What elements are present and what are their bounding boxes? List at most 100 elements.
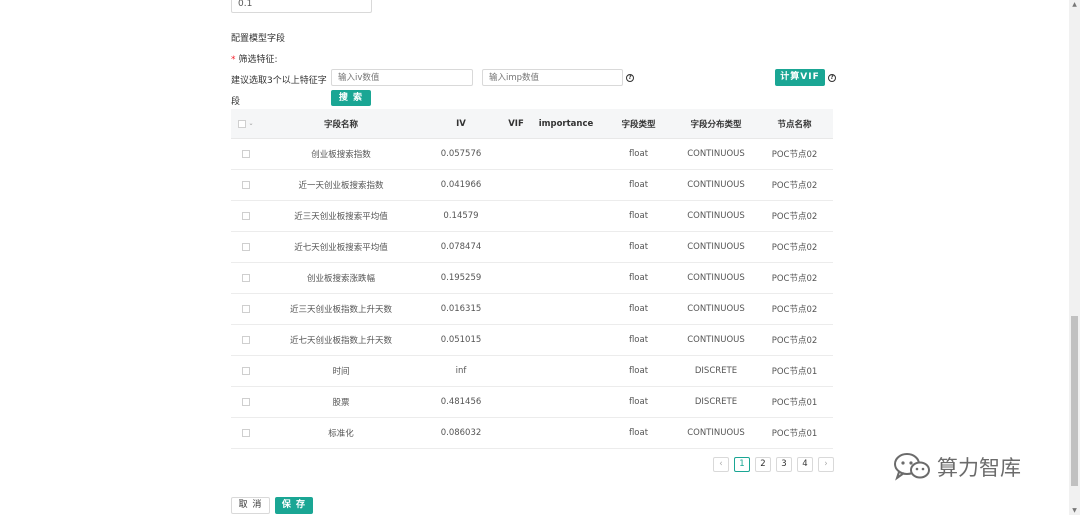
vif-help-icon[interactable]: ?	[828, 74, 836, 82]
table-header: ⌄ 字段名称 IV VIF importance 字段类型 字段分布类型 节点名…	[231, 109, 833, 139]
scroll-down-icon[interactable]: ▼	[1071, 507, 1078, 514]
fields-table: ⌄ 字段名称 IV VIF importance 字段类型 字段分布类型 节点名…	[231, 109, 833, 449]
row-checkbox[interactable]	[231, 181, 261, 189]
cell-dist: CONTINUOUS	[687, 242, 745, 252]
cell-iv: inf	[455, 366, 467, 376]
calc-vif-button[interactable]: 计算VIF	[775, 69, 825, 86]
cell-iv: 0.078474	[440, 242, 482, 252]
table-row[interactable]: 近七天创业板指数上升天数 0.051015 float CONTINUOUS P…	[231, 325, 833, 356]
cell-iv: 0.195259	[440, 273, 482, 283]
table-row[interactable]: 近七天创业板搜索平均值 0.078474 float CONTINUOUS PO…	[231, 232, 833, 263]
save-button[interactable]: 保 存	[275, 497, 313, 514]
help-icon[interactable]: ?	[626, 74, 634, 82]
cancel-button[interactable]: 取 消	[231, 497, 270, 514]
cell-iv: 0.086032	[440, 428, 482, 438]
threshold-input[interactable]: 0.1	[231, 0, 372, 13]
hint-text-line2: 段	[231, 97, 241, 107]
table-row[interactable]: 创业板搜索指数 0.057576 float CONTINUOUS POC节点0…	[231, 139, 833, 170]
cell-node: POC节点02	[771, 181, 818, 191]
checkbox-icon	[242, 336, 250, 344]
cell-node: POC节点02	[771, 274, 818, 284]
row-checkbox[interactable]	[231, 429, 261, 437]
row-checkbox[interactable]	[231, 212, 261, 220]
iv-input[interactable]	[331, 69, 473, 86]
wechat-icon	[894, 453, 930, 481]
vertical-scrollbar[interactable]: ▲ ▼	[1069, 0, 1080, 515]
row-checkbox[interactable]	[231, 274, 261, 282]
cell-name: 近一天创业板搜索指数	[298, 181, 384, 191]
table-row[interactable]: 时间 inf float DISCRETE POC节点01	[231, 356, 833, 387]
cell-name: 近七天创业板搜索平均值	[294, 243, 388, 253]
table-row[interactable]: 股票 0.481456 float DISCRETE POC节点01	[231, 387, 833, 418]
page-button-4[interactable]: 4	[797, 457, 813, 472]
checkbox-icon	[242, 212, 250, 220]
header-name: 字段名称	[323, 119, 358, 130]
checkbox-icon	[242, 398, 250, 406]
row-checkbox[interactable]	[231, 336, 261, 344]
cell-dist: CONTINUOUS	[687, 180, 745, 190]
prev-page-button[interactable]: ‹	[713, 457, 729, 472]
filter-label-text: 筛选特征:	[238, 55, 278, 65]
row-checkbox[interactable]	[231, 367, 261, 375]
filter-label: * 筛选特征:	[231, 52, 278, 65]
checkbox-icon	[242, 274, 250, 282]
cell-type: float	[628, 180, 649, 190]
row-checkbox[interactable]	[231, 398, 261, 406]
header-dist: 字段分布类型	[690, 119, 742, 130]
header-iv: IV	[456, 118, 466, 129]
cell-type: float	[628, 304, 649, 314]
cell-type: float	[628, 211, 649, 221]
select-all-checkbox[interactable]: ⌄	[231, 119, 261, 128]
scrollbar-thumb[interactable]	[1071, 316, 1078, 486]
cell-node: POC节点02	[771, 212, 818, 222]
cell-type: float	[628, 335, 649, 345]
cell-iv: 0.481456	[440, 397, 482, 407]
row-checkbox[interactable]	[231, 243, 261, 251]
cell-name: 标准化	[328, 429, 354, 439]
watermark: 算力智库	[893, 452, 1021, 482]
cell-iv: 0.051015	[440, 335, 482, 345]
cell-node: POC节点02	[771, 336, 818, 346]
cell-name: 近七天创业板指数上升天数	[289, 336, 392, 346]
cell-name: 股票	[332, 398, 350, 408]
row-checkbox[interactable]	[231, 305, 261, 313]
row-checkbox[interactable]	[231, 150, 261, 158]
cell-type: float	[628, 428, 649, 438]
table-row[interactable]: 近三天创业板指数上升天数 0.016315 float CONTINUOUS P…	[231, 294, 833, 325]
table-row[interactable]: 近三天创业板搜索平均值 0.14579 float CONTINUOUS POC…	[231, 201, 833, 232]
imp-input[interactable]	[482, 69, 623, 86]
cell-dist: DISCRETE	[694, 397, 738, 407]
scroll-up-icon[interactable]: ▲	[1071, 1, 1078, 8]
cell-node: POC节点01	[771, 367, 818, 377]
checkbox-icon	[242, 305, 250, 313]
cell-dist: CONTINUOUS	[687, 304, 745, 314]
checkbox-icon	[242, 243, 250, 251]
next-page-button[interactable]: ›	[818, 457, 834, 472]
page-button-1[interactable]: 1	[734, 457, 750, 472]
header-type: 字段类型	[621, 119, 656, 130]
page-button-3[interactable]: 3	[776, 457, 792, 472]
page-button-2[interactable]: 2	[755, 457, 771, 472]
cell-iv: 0.016315	[440, 304, 482, 314]
cell-dist: CONTINUOUS	[687, 149, 745, 159]
table-row[interactable]: 创业板搜索涨跌幅 0.195259 float CONTINUOUS POC节点…	[231, 263, 833, 294]
cell-type: float	[628, 273, 649, 283]
cell-type: float	[628, 149, 649, 159]
model-config-page: 0.1 配置模型字段 *筛选特征: 建议选取3个以上特征字 段 ? 计算VIF …	[0, 0, 1080, 515]
cell-iv: 0.14579	[443, 211, 479, 221]
cell-node: POC节点02	[771, 150, 818, 160]
cell-node: POC节点01	[771, 429, 818, 439]
cell-type: float	[628, 397, 649, 407]
cell-dist: CONTINUOUS	[687, 335, 745, 345]
cell-name: 近三天创业板指数上升天数	[289, 305, 392, 315]
table-row[interactable]: 近一天创业板搜索指数 0.041966 float CONTINUOUS POC…	[231, 170, 833, 201]
hint-text-line1: 建议选取3个以上特征字	[231, 76, 327, 86]
checkbox-icon	[242, 429, 250, 437]
checkbox-icon	[242, 181, 250, 189]
cell-dist: CONTINUOUS	[687, 211, 745, 221]
required-mark: *	[231, 55, 236, 65]
header-importance: importance	[538, 118, 594, 129]
cell-name: 近三天创业板搜索平均值	[294, 212, 388, 222]
table-row[interactable]: 标准化 0.086032 float CONTINUOUS POC节点01	[231, 418, 833, 449]
search-button[interactable]: 搜 索	[331, 90, 371, 106]
